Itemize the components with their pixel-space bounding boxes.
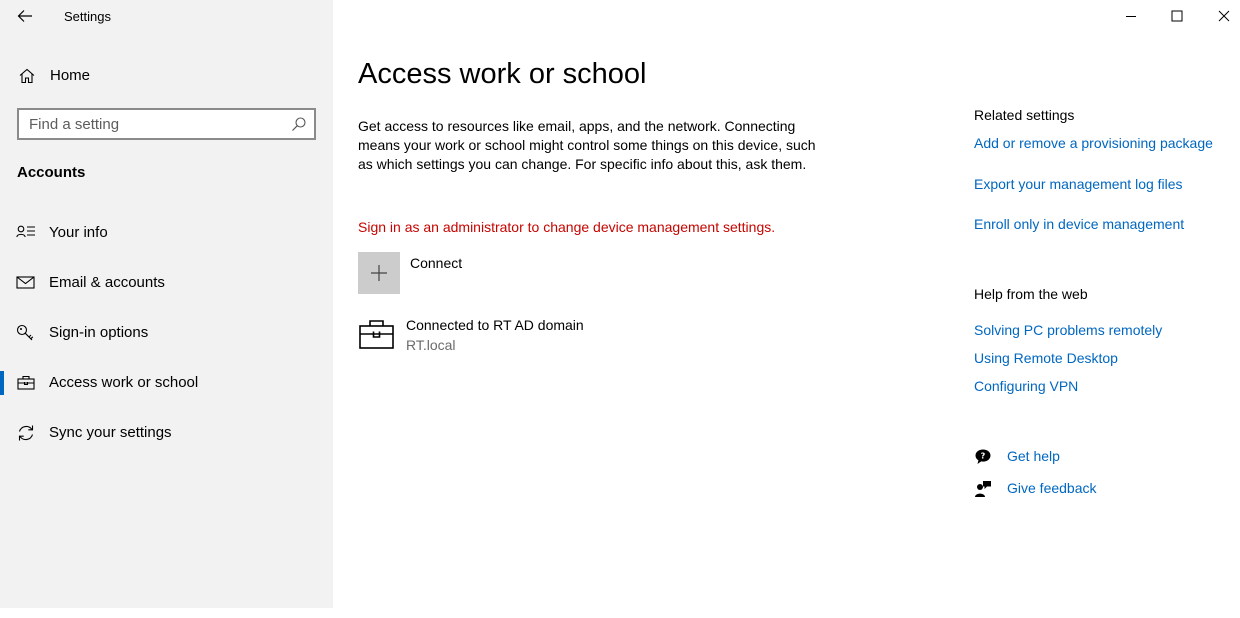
account-domain: RT.local — [406, 337, 456, 353]
sidebar-item-email-accounts[interactable]: Email & accounts — [0, 263, 333, 303]
link-enroll-device-management[interactable]: Enroll only in device management — [974, 216, 1184, 232]
connect-label[interactable]: Connect — [410, 255, 462, 271]
link-export-management-logs[interactable]: Export your management log files — [974, 176, 1183, 192]
sidebar-item-label: Access work or school — [49, 374, 199, 391]
close-button[interactable] — [1201, 0, 1240, 32]
back-button[interactable] — [14, 5, 36, 27]
maximize-button[interactable] — [1154, 0, 1200, 32]
sidebar-item-access-work-or-school[interactable]: Access work or school — [0, 363, 333, 403]
related-settings-heading: Related settings — [974, 107, 1075, 123]
close-icon — [1218, 10, 1230, 22]
minimize-button[interactable] — [1108, 0, 1154, 32]
back-arrow-icon — [17, 10, 32, 22]
page-title: Access work or school — [358, 58, 647, 90]
home-icon — [19, 68, 35, 84]
sidebar-item-label: Sync your settings — [49, 424, 172, 441]
app-title: Settings — [64, 9, 111, 24]
sync-icon — [18, 425, 34, 441]
connect-button[interactable] — [358, 252, 400, 294]
get-help-icon: ? — [975, 449, 991, 464]
link-provisioning-package[interactable]: Add or remove a provisioning package — [974, 135, 1213, 151]
work-account-item[interactable]: Connected to RT AD domain RT.local — [358, 316, 758, 358]
give-feedback-label: Give feedback — [1007, 480, 1097, 496]
link-configuring-vpn[interactable]: Configuring VPN — [974, 378, 1078, 394]
help-from-web-heading: Help from the web — [974, 286, 1088, 302]
page-description: Get access to resources like email, apps… — [358, 118, 816, 172]
get-help-label: Get help — [1007, 448, 1060, 464]
sidebar-item-label: Email & accounts — [49, 274, 165, 291]
maximize-icon — [1171, 10, 1183, 22]
sidebar-item-sync-settings[interactable]: Sync your settings — [0, 413, 333, 453]
section-title: Accounts — [17, 164, 86, 181]
key-icon — [16, 324, 34, 341]
person-info-icon — [16, 225, 35, 238]
plus-icon — [371, 265, 387, 281]
search-icon[interactable] — [291, 116, 307, 132]
title-bar: Settings — [0, 0, 333, 32]
briefcase-icon — [359, 320, 394, 349]
account-name: Connected to RT AD domain — [406, 317, 584, 333]
briefcase-icon — [17, 375, 35, 390]
mail-icon — [16, 276, 35, 289]
svg-text:?: ? — [981, 452, 986, 461]
home-nav-item[interactable]: Home — [0, 60, 333, 92]
search-input[interactable] — [29, 115, 284, 133]
search-box[interactable] — [17, 108, 316, 140]
link-using-remote-desktop[interactable]: Using Remote Desktop — [974, 350, 1118, 366]
home-label: Home — [50, 67, 91, 84]
sidebar: Settings Home Accounts Your info Email &… — [0, 0, 333, 608]
sidebar-item-sign-in-options[interactable]: Sign-in options — [0, 313, 333, 353]
sidebar-item-label: Sign-in options — [49, 324, 149, 341]
admin-warning: Sign in as an administrator to change de… — [358, 219, 776, 235]
sidebar-item-your-info[interactable]: Your info — [0, 213, 333, 253]
feedback-icon — [975, 481, 991, 497]
minimize-icon — [1126, 16, 1136, 17]
link-solving-pc-problems[interactable]: Solving PC problems remotely — [974, 322, 1162, 338]
sidebar-item-label: Your info — [49, 224, 108, 241]
